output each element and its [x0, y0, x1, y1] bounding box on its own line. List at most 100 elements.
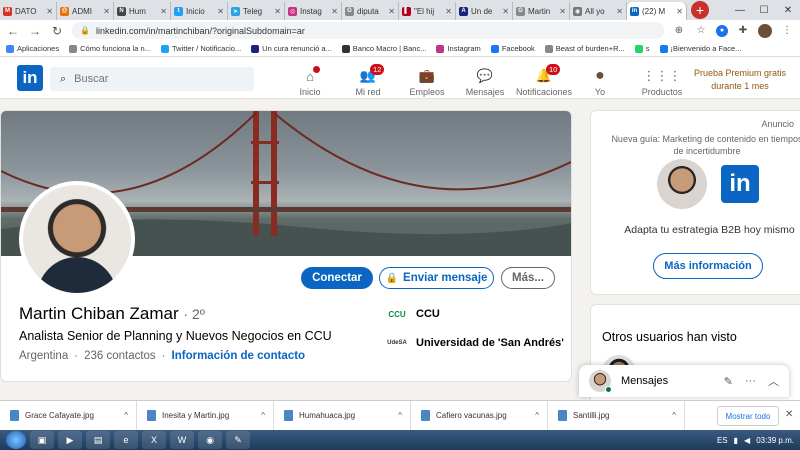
- close-tab-icon[interactable]: ✕: [388, 7, 395, 16]
- chevron-up-icon[interactable]: ^: [672, 411, 684, 420]
- star-icon[interactable]: ☆: [694, 25, 708, 36]
- paint-icon[interactable]: ✎: [226, 431, 250, 449]
- more-dots-icon[interactable]: ···: [745, 375, 756, 387]
- close-tab-icon[interactable]: ✕: [274, 7, 281, 16]
- bookmark-item[interactable]: Facebook: [490, 44, 535, 53]
- back-icon[interactable]: ←: [6, 24, 20, 38]
- nav-productos[interactable]: ⋮⋮⋮ Productos: [630, 61, 694, 97]
- extension-blue-icon[interactable]: ●: [716, 24, 728, 37]
- profile-avatar-icon[interactable]: [758, 23, 772, 38]
- chevron-up-icon[interactable]: ^: [124, 411, 136, 420]
- more-button[interactable]: Más...: [501, 267, 555, 289]
- minimize-icon[interactable]: —: [728, 0, 752, 20]
- browser-tab[interactable]: Gdiputa ✕: [342, 2, 399, 20]
- zoom-icon[interactable]: ⊕: [672, 25, 686, 36]
- connect-button[interactable]: Conectar: [301, 267, 373, 289]
- puzzle-icon[interactable]: ✚: [736, 25, 750, 36]
- folder-icon[interactable]: ▤: [86, 431, 110, 449]
- learn-more-button[interactable]: Más información: [653, 253, 763, 279]
- media-player-icon[interactable]: ▶: [58, 431, 82, 449]
- send-message-button[interactable]: 🔒 Enviar mensaje: [379, 267, 494, 289]
- browser-tab[interactable]: G Martin ✕: [513, 2, 570, 20]
- bookmark-item[interactable]: Beast of burden+R...: [544, 44, 625, 53]
- close-tab-icon[interactable]: ✕: [616, 7, 623, 16]
- bookmark-item[interactable]: Banco Macro | Banc...: [341, 44, 426, 53]
- browser-tab[interactable]: A Un de ✕: [456, 2, 513, 20]
- close-tab-icon[interactable]: ✕: [217, 7, 224, 16]
- download-item[interactable]: Cafiero vacunas.jpg ^: [411, 400, 548, 431]
- bookmark-item[interactable]: Instagram: [436, 44, 481, 53]
- chevron-up-icon[interactable]: ^: [398, 411, 410, 420]
- bookmark-item[interactable]: Twitter / Notificacio...: [160, 44, 241, 53]
- close-tab-icon[interactable]: ✕: [559, 7, 566, 16]
- company-entry[interactable]: CCU CCU: [386, 307, 440, 321]
- explorer-icon[interactable]: ▣: [30, 431, 54, 449]
- network-icon[interactable]: ▮: [734, 436, 738, 445]
- clock[interactable]: 03:39 p.m.: [756, 436, 794, 445]
- url-bar[interactable]: 🔒 linkedin.com/in/martinchiban/?original…: [72, 22, 664, 39]
- new-tab-button[interactable]: +: [691, 1, 709, 19]
- word-icon[interactable]: W: [170, 431, 194, 449]
- show-all-downloads-button[interactable]: Mostrar todo: [717, 406, 779, 426]
- close-downloads-icon[interactable]: ✕: [785, 409, 793, 420]
- nav-mi-red[interactable]: 👥 12 Mi red: [336, 61, 400, 97]
- close-tab-icon[interactable]: ✕: [502, 7, 509, 16]
- nav-yo[interactable]: ● Yo: [568, 61, 632, 97]
- messaging-overlay[interactable]: Mensajes ✎ ··· ︿: [579, 365, 789, 397]
- download-item[interactable]: Santilli.jpg ^: [548, 400, 685, 431]
- volume-icon[interactable]: ◀: [744, 436, 750, 445]
- menu-dots-icon[interactable]: ⋮: [780, 25, 794, 36]
- image-file-icon: [421, 410, 430, 421]
- connections-count[interactable]: 236 contactos: [84, 350, 156, 362]
- browser-tab[interactable]: ◎ Instag ✕: [285, 2, 342, 20]
- download-item[interactable]: Inesita y Martin.jpg ^: [137, 400, 274, 431]
- language-indicator[interactable]: ES: [717, 436, 728, 445]
- ad-title[interactable]: Nueva guía: Marketing de contenido en ti…: [607, 133, 800, 157]
- nav-inicio[interactable]: ⌂ Inicio: [278, 61, 342, 97]
- browser-tab[interactable]: ▌ "El hij ✕: [399, 2, 456, 20]
- close-tab-icon[interactable]: ✕: [160, 7, 167, 16]
- chevron-up-icon[interactable]: ^: [535, 411, 547, 420]
- contact-info-link[interactable]: Información de contacto: [172, 350, 306, 362]
- compose-icon[interactable]: ✎: [724, 375, 733, 388]
- school-entry[interactable]: UdeSA Universidad de 'San Andrés': [386, 336, 564, 350]
- close-tab-icon[interactable]: ✕: [445, 7, 452, 16]
- browser-tab[interactable]: M DATO ✕: [0, 2, 57, 20]
- close-tab-icon[interactable]: ✕: [331, 7, 338, 16]
- download-item[interactable]: Humahuaca.jpg ^: [274, 400, 411, 431]
- premium-trial-link[interactable]: Prueba Premium gratis durante 1 mes: [688, 67, 792, 93]
- browser-tab[interactable]: ◉ All yo ✕: [570, 2, 627, 20]
- forward-icon[interactable]: →: [28, 24, 42, 38]
- browser-tab[interactable]: @ ADMI ✕: [57, 2, 114, 20]
- linkedin-logo[interactable]: in: [17, 65, 43, 91]
- nav-mensajes[interactable]: 💬 Mensajes: [453, 61, 517, 97]
- browser-tab[interactable]: t Inicio ✕: [171, 2, 228, 20]
- search-box[interactable]: ⌕: [50, 67, 254, 91]
- search-input[interactable]: [74, 73, 225, 85]
- address-bar-row: ← → ↻ 🔒 linkedin.com/in/martinchiban/?or…: [0, 20, 800, 41]
- bookmark-item[interactable]: ¡Bienvenido a Face...: [659, 44, 741, 53]
- excel-icon[interactable]: X: [142, 431, 166, 449]
- reload-icon[interactable]: ↻: [50, 24, 64, 38]
- download-item[interactable]: Grace Cafayate.jpg ^: [0, 400, 137, 431]
- close-tab-icon[interactable]: ✕: [103, 7, 110, 16]
- chevron-up-icon[interactable]: ^: [261, 411, 273, 420]
- close-tab-icon[interactable]: ✕: [676, 7, 683, 16]
- maximize-icon[interactable]: ☐: [752, 0, 776, 20]
- browser-tab[interactable]: ➤ Teleg ✕: [228, 2, 285, 20]
- edge-icon[interactable]: e: [114, 431, 138, 449]
- bookmark-item[interactable]: s: [634, 44, 650, 53]
- profile-photo[interactable]: [19, 181, 135, 297]
- nav-empleos[interactable]: 💼 Empleos: [395, 61, 459, 97]
- chrome-icon[interactable]: ◉: [198, 431, 222, 449]
- chevron-up-icon[interactable]: ︿: [768, 373, 779, 389]
- start-button-icon[interactable]: [6, 431, 26, 449]
- close-tab-icon[interactable]: ✕: [46, 7, 53, 16]
- browser-tab[interactable]: in (22) M ✕: [627, 2, 687, 20]
- bookmark-item[interactable]: Un cura renunció a...: [251, 44, 332, 53]
- bookmark-item[interactable]: Cómo funciona la n...: [69, 44, 151, 53]
- bookmark-item[interactable]: Aplicaciones: [6, 44, 59, 53]
- browser-tab[interactable]: N Hum ✕: [114, 2, 171, 20]
- close-window-icon[interactable]: ✕: [776, 0, 800, 20]
- nav-notificaciones[interactable]: 🔔 10 Notificaciones: [512, 61, 576, 97]
